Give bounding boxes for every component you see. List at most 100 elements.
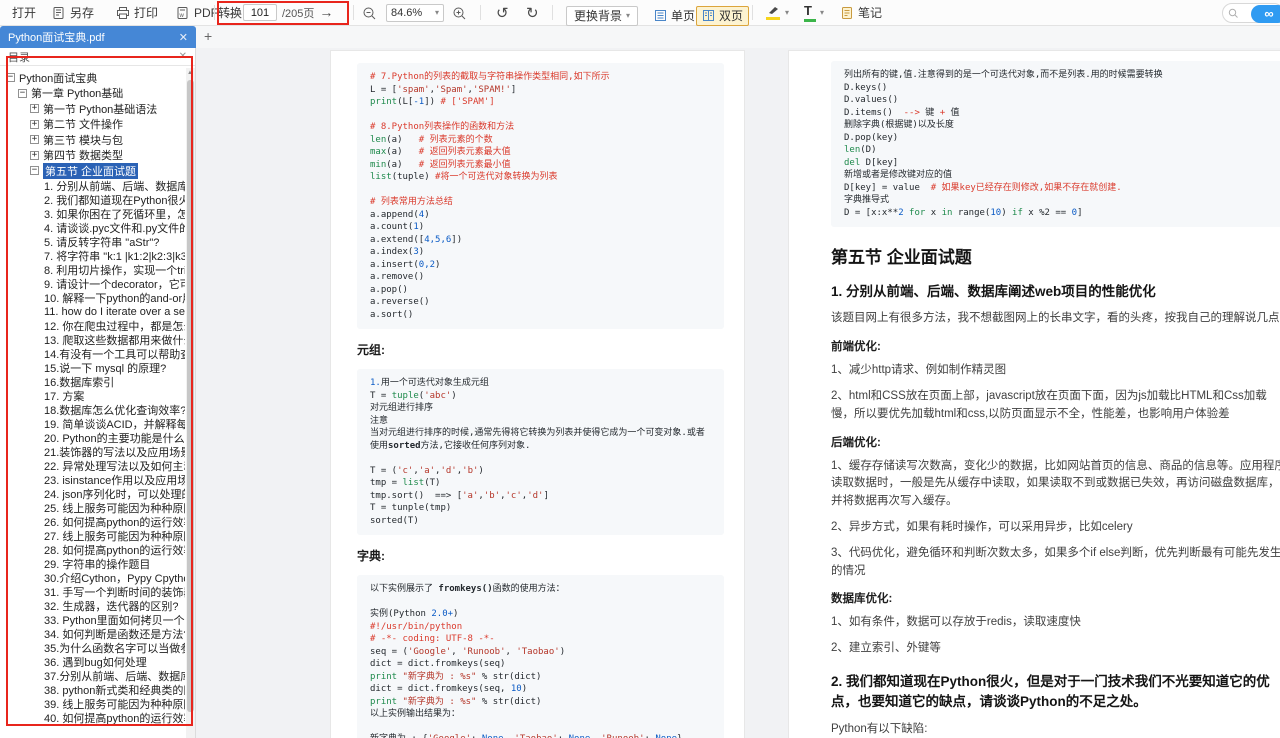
previous-page-icon[interactable]: ←	[224, 0, 238, 25]
chevron-down-icon: ▾	[785, 8, 789, 17]
toc-section-node[interactable]: +第四节 数据类型	[0, 148, 185, 164]
code-line: 以下实例展示了 fromkeys()函数的使用方法：	[370, 583, 711, 596]
toc-question-item[interactable]: 28. 如何提高python的运行效率	[0, 543, 185, 557]
toc-question-item[interactable]: 12. 你在爬虫过程中，都是怎么解决	[0, 319, 185, 333]
reader-logo-icon[interactable]: ∞	[1251, 5, 1280, 23]
print-button[interactable]: 打印	[112, 0, 162, 25]
toc-section-node[interactable]: −Python面试宝典	[0, 70, 185, 86]
notes-label: 笔记	[858, 4, 882, 21]
single-page-button[interactable]: 单页	[648, 3, 701, 28]
toc-question-item[interactable]: 13. 爬取这些数据都用来做什么的	[0, 333, 185, 347]
code-line: a.extend([4,5,6])	[370, 234, 711, 247]
toc-question-item[interactable]: 33. Python里面如何拷贝一个对象	[0, 613, 185, 627]
search-input[interactable]: ∞	[1222, 3, 1280, 23]
next-page-icon[interactable]: →	[319, 0, 333, 25]
toc-question-item[interactable]: 36. 遇到bug如何处理	[0, 655, 185, 669]
close-tab-icon[interactable]: ✕	[179, 31, 188, 44]
toc-section-node[interactable]: −第五节 企业面试题	[0, 163, 185, 179]
toc-panel-header: 目录 ✕	[0, 48, 195, 66]
toc-section-node[interactable]: +第一节 Python基础语法	[0, 101, 185, 117]
code-line: 字典推导式	[844, 194, 1274, 207]
collapse-icon[interactable]: −	[18, 89, 27, 98]
toc-question-item[interactable]: 3. 如果你困在了死循环里，怎么打破	[0, 207, 185, 221]
code-line: a.reverse()	[370, 296, 711, 309]
toc-question-item[interactable]: 31. 手写一个判断时间的装饰器	[0, 585, 185, 599]
toc-question-item[interactable]: 16.数据库索引	[0, 375, 185, 389]
toc-question-item[interactable]: 30.介绍Cython，Pypy Cpython的区	[0, 571, 185, 585]
toc-question-item[interactable]: 17. 方案	[0, 389, 185, 403]
toc-question-item[interactable]: 38. python新式类和经典类的区别	[0, 683, 185, 697]
new-tab-button[interactable]: +	[204, 28, 212, 44]
toc-question-item[interactable]: 14.有没有一个工具可以帮助查找并	[0, 347, 185, 361]
scrollbar-thumb[interactable]	[187, 80, 194, 712]
sidebar-scrollbar[interactable]: ▲	[186, 68, 195, 738]
double-page-button[interactable]: 双页	[696, 3, 749, 28]
toc-question-item[interactable]: 8. 利用切片操作，实现一个trim函数	[0, 263, 185, 277]
scroll-up-icon[interactable]: ▲	[187, 70, 193, 76]
toc-question-item[interactable]: 20. Python的主要功能是什么?	[0, 431, 185, 445]
toc-question-item[interactable]: 5. 请反转字符串 "aStr"?	[0, 235, 185, 249]
zoom-in-button[interactable]	[448, 0, 470, 25]
document-tab[interactable]: Python面试宝典.pdf ✕	[0, 26, 196, 48]
toc-question-item[interactable]: 26. 如何提高python的运行效率	[0, 515, 185, 529]
collapse-icon[interactable]: −	[6, 73, 15, 82]
toc-item-label: 9. 请设计一个decorator，它可作用	[44, 277, 185, 291]
toc-question-item[interactable]: 40. 如何提高python的运行效率	[0, 711, 185, 725]
toc-question-item[interactable]: 15.说一下 mysql 的原理?	[0, 361, 185, 375]
toc-item-label: 40. 如何提高python的运行效率	[44, 711, 185, 725]
toc-section-node[interactable]: +第二节 文件操作	[0, 117, 185, 133]
rotate-right-button[interactable]: ↻	[522, 0, 543, 25]
toc-question-item[interactable]: 29. 字符串的操作题目	[0, 557, 185, 571]
expand-icon[interactable]: +	[30, 151, 39, 160]
toc-question-item[interactable]: 7. 将字符串 "k:1 |k1:2|k2:3|k3:4"	[0, 249, 185, 263]
toc-question-item[interactable]: 37.分别从前端、后端、数据库阐述	[0, 669, 185, 683]
page-number-input[interactable]	[243, 4, 277, 21]
collapse-icon[interactable]: −	[30, 166, 39, 175]
toc-question-item[interactable]: 22. 异常处理写法以及如何主动抛出	[0, 459, 185, 473]
toc-question-item[interactable]: 4. 请谈谈.pyc文件和.py文件的不同	[0, 221, 185, 235]
paragraph: 1、如有条件，数据可以存放于redis，读取速度快	[831, 614, 1280, 632]
code-line: 1.用一个可迭代对象生成元组	[370, 377, 711, 390]
toc-question-item[interactable]: 34. 如何判断是函数还是方法?	[0, 627, 185, 641]
highlighter-tool-button[interactable]: ▾	[762, 0, 793, 25]
save-as-button[interactable]: 另存	[48, 0, 98, 25]
zoom-level-select[interactable]: 84.6% ▾	[382, 0, 448, 25]
zoom-out-button[interactable]	[358, 0, 380, 25]
pdf-page-right: 列出所有的键,值.注意得到的是一个可迭代对象,而不是列表.用的时候需要转换D.k…	[788, 50, 1280, 738]
toc-item-label: 3. 如果你困在了死循环里，怎么打破	[44, 207, 185, 221]
toc-question-item[interactable]: 9. 请设计一个decorator，它可作用	[0, 277, 185, 291]
toc-question-item[interactable]: 23. isinstance作用以及应用场景	[0, 473, 185, 487]
close-panel-icon[interactable]: ✕	[179, 51, 187, 62]
toc-question-item[interactable]: 2. 我们都知道现在Python很火，但是	[0, 193, 185, 207]
notes-button[interactable]: 笔记	[836, 0, 886, 25]
toc-item-label: 18.数据库怎么优化查询效率?	[44, 403, 185, 417]
toc-question-item[interactable]: 35.为什么函数名字可以当做参数用	[0, 641, 185, 655]
toc-question-item[interactable]: 39. 线上服务可能因为种种原因导致	[0, 697, 185, 711]
toc-question-item[interactable]: 27. 线上服务可能因为种种原因导致	[0, 529, 185, 543]
toc-question-item[interactable]: 25. 线上服务可能因为种种原因导致	[0, 501, 185, 515]
toc-question-item[interactable]: 18.数据库怎么优化查询效率?	[0, 403, 185, 417]
expand-icon[interactable]: +	[30, 104, 39, 113]
toc-item-label: 28. 如何提高python的运行效率	[44, 543, 185, 557]
toc-question-item[interactable]: 10. 解释一下python的and-or用法	[0, 291, 185, 305]
toc-question-item[interactable]: 11. how do I iterate over a sequence	[0, 305, 185, 319]
code-block: 1.用一个可迭代对象生成元组T = tuple('abc')对元组进行排序注意当…	[357, 369, 724, 535]
toc-section-node[interactable]: −第一章 Python基础	[0, 86, 185, 102]
toc-question-item[interactable]: 1. 分别从前端、后端、数据库阐述web项目	[0, 179, 185, 193]
open-button[interactable]: 打开	[8, 0, 40, 25]
text-tool-button[interactable]: T ▾	[800, 0, 828, 25]
toc-question-item[interactable]: 19. 简单谈谈ACID，并解释每一个特	[0, 417, 185, 431]
toc-section-node[interactable]: +第三节 模块与包	[0, 132, 185, 148]
change-background-button[interactable]: 更换背景 ▾	[562, 3, 642, 28]
toc-question-item[interactable]: 32. 生成器，迭代器的区别?	[0, 599, 185, 613]
toc-item-label: 35.为什么函数名字可以当做参数用	[44, 641, 185, 655]
question-heading: 2. 我们都知道现在Python很火，但是对于一门技术我们不光要知道它的优点，也…	[831, 672, 1280, 713]
expand-icon[interactable]: +	[30, 120, 39, 129]
rotate-left-button[interactable]: ↺	[492, 0, 513, 25]
toolbar-divider	[752, 5, 753, 20]
toc-item-label: 21.装饰器的写法以及应用场景	[44, 445, 185, 459]
toc-item-label: 32. 生成器，迭代器的区别?	[44, 599, 178, 613]
toc-question-item[interactable]: 21.装饰器的写法以及应用场景	[0, 445, 185, 459]
toc-question-item[interactable]: 24. json序列化时，可以处理的数据	[0, 487, 185, 501]
expand-icon[interactable]: +	[30, 135, 39, 144]
